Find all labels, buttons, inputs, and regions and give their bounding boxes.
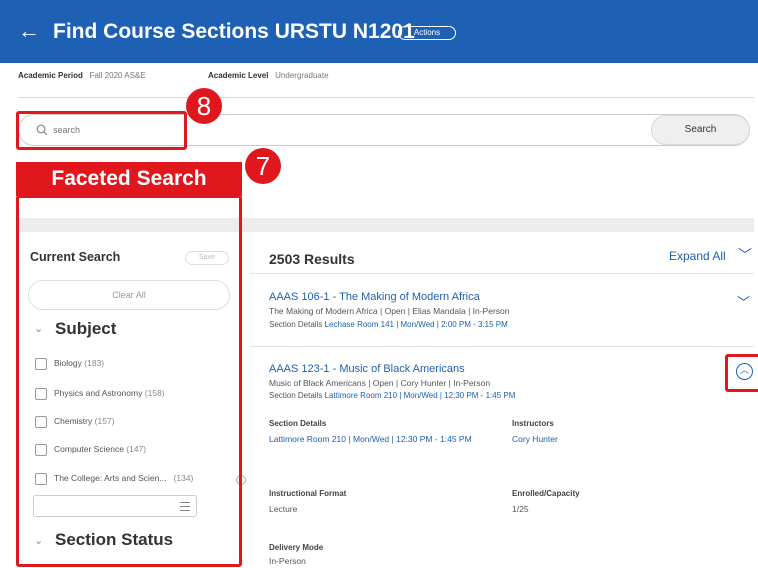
delivery-label: Delivery Mode xyxy=(269,543,324,552)
results-count: 2503 Results xyxy=(269,251,355,267)
page-title: Find Course Sections URSTU N1201 xyxy=(53,20,415,43)
callout-number-8: 8 xyxy=(186,88,222,124)
delivery-value: In-Person xyxy=(269,556,306,566)
section-details-link[interactable]: Lattimore Room 210 | Mon/Wed | 12:30 PM … xyxy=(325,391,516,400)
academic-period: Academic Period Fall 2020 AS&E xyxy=(18,70,146,82)
academic-level: Academic Level Undergraduate xyxy=(208,70,329,82)
results-divider xyxy=(250,346,754,347)
course-details: Section Details Lechase Room 141 | Mon/W… xyxy=(269,320,508,329)
actions-button[interactable]: Actions xyxy=(398,26,456,40)
callout-number-7: 7 xyxy=(245,148,281,184)
format-label: Instructional Format xyxy=(269,489,347,498)
callout-collapse-box xyxy=(725,354,758,392)
callout-search-box xyxy=(16,111,187,150)
section-details-label: Section Details xyxy=(269,419,327,428)
course-title-link[interactable]: AAAS 106-1 - The Making of Modern Africa xyxy=(269,291,480,303)
section-details-link[interactable]: Lechase Room 141 | Mon/Wed | 2:00 PM - 3… xyxy=(325,320,508,329)
course-subtitle: Music of Black Americans | Open | Cory H… xyxy=(269,378,491,388)
back-arrow-icon[interactable]: ← xyxy=(18,18,40,44)
header-divider xyxy=(18,97,754,98)
expand-all-link[interactable]: Expand All xyxy=(669,249,726,263)
course-details: Section Details Lattimore Room 210 | Mon… xyxy=(269,391,516,400)
results-divider xyxy=(250,273,754,274)
format-value: Lecture xyxy=(269,504,298,514)
academic-level-value: Undergraduate xyxy=(275,71,329,80)
chevron-down-icon[interactable]: ﹀ xyxy=(738,245,752,265)
chevron-down-icon[interactable]: ﹀ xyxy=(737,292,750,311)
academic-period-value: Fall 2020 AS&E xyxy=(89,71,146,80)
course-title-link[interactable]: AAAS 123-1 - Music of Black Americans xyxy=(269,363,465,375)
search-button[interactable]: Search xyxy=(651,115,750,145)
faceted-search-label: Faceted Search xyxy=(16,162,242,196)
section-details-value[interactable]: Lattimore Room 210 | Mon/Wed | 12:30 PM … xyxy=(269,432,479,446)
enrolled-label: Enrolled/Capacity xyxy=(512,489,580,498)
page-header: ← Find Course Sections URSTU N1201 Actio… xyxy=(0,0,758,63)
course-subtitle: The Making of Modern Africa | Open | Eli… xyxy=(269,306,510,316)
instructor-link[interactable]: Cory Hunter xyxy=(512,432,558,446)
enrolled-value: 1/25 xyxy=(512,504,529,514)
academic-period-label: Academic Period xyxy=(18,71,83,80)
instructors-label: Instructors xyxy=(512,419,554,428)
academic-level-label: Academic Level xyxy=(208,71,269,80)
callout-facet-box xyxy=(16,195,242,567)
